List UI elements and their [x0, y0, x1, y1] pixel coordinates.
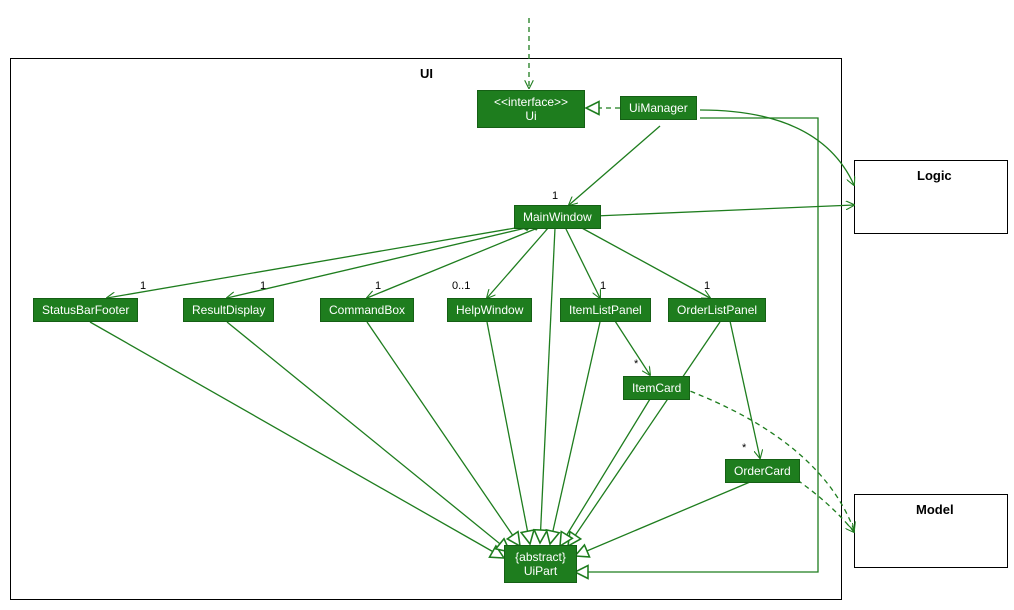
node-item-list-panel-label: ItemListPanel [569, 303, 642, 317]
package-model-label: Model [916, 502, 954, 517]
mult-result-display: 1 [260, 280, 266, 292]
node-ui-interface-name: Ui [486, 109, 576, 123]
node-item-list-panel: ItemListPanel [560, 298, 651, 322]
package-ui-label: UI [420, 66, 433, 81]
node-order-card: OrderCard [725, 459, 800, 483]
node-main-window: MainWindow [514, 205, 601, 229]
node-ui-interface: <<interface>> Ui [477, 90, 585, 128]
mult-order-card: * [742, 442, 746, 454]
node-item-card-label: ItemCard [632, 381, 681, 395]
node-ui-manager-label: UiManager [629, 101, 688, 115]
uml-diagram: UI Logic Model [0, 0, 1014, 610]
node-ui-manager: UiManager [620, 96, 697, 120]
node-result-display: ResultDisplay [183, 298, 274, 322]
package-logic-label: Logic [917, 168, 952, 183]
node-item-card: ItemCard [623, 376, 690, 400]
mult-help-window: 0..1 [452, 280, 470, 292]
node-order-list-panel: OrderListPanel [668, 298, 766, 322]
node-ui-part: {abstract} UiPart [504, 545, 577, 583]
mult-main-window: 1 [552, 190, 558, 202]
node-command-box: CommandBox [320, 298, 414, 322]
node-help-window: HelpWindow [447, 298, 532, 322]
mult-status-bar-footer: 1 [140, 280, 146, 292]
node-order-list-panel-label: OrderListPanel [677, 303, 757, 317]
node-main-window-label: MainWindow [523, 210, 592, 224]
node-result-display-label: ResultDisplay [192, 303, 265, 317]
mult-item-list-panel: 1 [600, 280, 606, 292]
package-ui [10, 58, 842, 600]
node-status-bar-footer: StatusBarFooter [33, 298, 138, 322]
mult-item-card: * [634, 358, 638, 370]
mult-order-list-panel: 1 [704, 280, 710, 292]
mult-command-box: 1 [375, 280, 381, 292]
node-order-card-label: OrderCard [734, 464, 791, 478]
node-ui-part-name: UiPart [513, 564, 568, 578]
node-help-window-label: HelpWindow [456, 303, 523, 317]
node-command-box-label: CommandBox [329, 303, 405, 317]
node-ui-part-stereotype: {abstract} [513, 550, 568, 564]
node-ui-interface-stereotype: <<interface>> [486, 95, 576, 109]
node-status-bar-footer-label: StatusBarFooter [42, 303, 129, 317]
